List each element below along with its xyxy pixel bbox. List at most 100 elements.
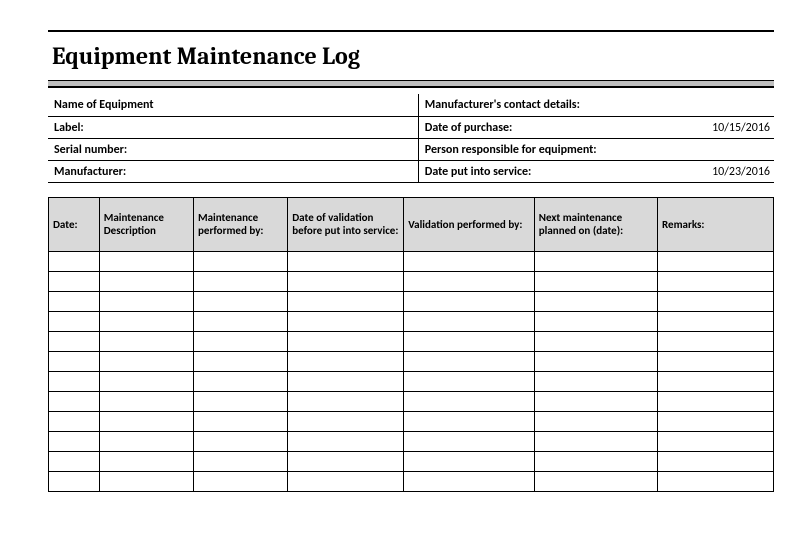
log-cell — [194, 251, 288, 271]
log-header-cell: Date: — [49, 197, 100, 251]
log-cell — [288, 431, 404, 451]
info-value — [687, 94, 774, 116]
equipment-info-table: Name of Equipment Manufacturer's contact … — [48, 94, 774, 183]
info-label: Label: — [48, 116, 186, 138]
table-row — [49, 351, 774, 371]
info-value — [186, 94, 418, 116]
log-cell — [404, 431, 535, 451]
log-cell — [534, 311, 657, 331]
log-cell — [658, 471, 774, 491]
log-cell — [534, 351, 657, 371]
table-row — [49, 431, 774, 451]
log-cell — [658, 391, 774, 411]
info-label: Manufacturer's contact details: — [418, 94, 687, 116]
log-cell — [194, 471, 288, 491]
log-cell — [404, 471, 535, 491]
log-cell — [534, 411, 657, 431]
log-cell — [49, 391, 100, 411]
maintenance-log-table: Date:Maintenance DescriptionMaintenance … — [48, 197, 774, 492]
log-cell — [194, 451, 288, 471]
info-label: Name of Equipment — [48, 94, 186, 116]
log-cell — [194, 391, 288, 411]
log-cell — [404, 451, 535, 471]
log-cell — [658, 251, 774, 271]
log-cell — [99, 451, 193, 471]
log-cell — [534, 391, 657, 411]
table-row — [49, 311, 774, 331]
info-label: Date put into service: — [418, 160, 687, 182]
log-cell — [99, 251, 193, 271]
info-value: 10/15/2016 — [687, 116, 774, 138]
log-cell — [404, 391, 535, 411]
log-header-cell: Remarks: — [658, 197, 774, 251]
log-cell — [49, 411, 100, 431]
log-cell — [288, 331, 404, 351]
log-cell — [194, 291, 288, 311]
log-cell — [99, 431, 193, 451]
log-cell — [194, 351, 288, 371]
table-row — [49, 271, 774, 291]
log-cell — [49, 451, 100, 471]
log-cell — [404, 331, 535, 351]
info-label: Date of purchase: — [418, 116, 687, 138]
log-cell — [288, 451, 404, 471]
log-cell — [49, 471, 100, 491]
table-row — [49, 251, 774, 271]
info-value — [186, 138, 418, 160]
log-cell — [194, 331, 288, 351]
log-cell — [404, 251, 535, 271]
log-cell — [49, 331, 100, 351]
log-cell — [404, 411, 535, 431]
log-cell — [658, 371, 774, 391]
log-cell — [194, 311, 288, 331]
log-cell — [534, 331, 657, 351]
table-row — [49, 391, 774, 411]
log-header-cell: Maintenance Description — [99, 197, 193, 251]
log-cell — [288, 371, 404, 391]
log-cell — [534, 291, 657, 311]
log-cell — [194, 431, 288, 451]
log-cell — [404, 351, 535, 371]
log-cell — [99, 411, 193, 431]
log-cell — [49, 431, 100, 451]
log-header-cell: Date of validation before put into servi… — [288, 197, 404, 251]
log-cell — [534, 471, 657, 491]
page-title: Equipment Maintenance Log — [48, 40, 774, 80]
info-row: Label: Date of purchase:10/15/2016 — [48, 116, 774, 138]
info-label: Manufacturer: — [48, 160, 186, 182]
log-cell — [288, 311, 404, 331]
log-cell — [534, 251, 657, 271]
log-cell — [194, 371, 288, 391]
log-cell — [658, 431, 774, 451]
table-row — [49, 371, 774, 391]
log-cell — [658, 411, 774, 431]
log-cell — [658, 311, 774, 331]
log-cell — [658, 291, 774, 311]
log-cell — [99, 331, 193, 351]
log-cell — [288, 251, 404, 271]
info-row: Name of Equipment Manufacturer's contact … — [48, 94, 774, 116]
log-cell — [49, 371, 100, 391]
top-rule — [48, 30, 774, 32]
log-cell — [658, 331, 774, 351]
log-cell — [658, 451, 774, 471]
log-cell — [288, 291, 404, 311]
info-label: Person responsible for equipment: — [418, 138, 687, 160]
log-header-cell: Next maintenance planned on (date): — [534, 197, 657, 251]
log-cell — [534, 431, 657, 451]
table-row — [49, 291, 774, 311]
info-value — [186, 116, 418, 138]
log-cell — [194, 411, 288, 431]
info-value: 10/23/2016 — [687, 160, 774, 182]
log-cell — [288, 351, 404, 371]
log-cell — [404, 311, 535, 331]
info-row: Manufacturer: Date put into service:10/23… — [48, 160, 774, 182]
log-cell — [658, 351, 774, 371]
log-cell — [534, 451, 657, 471]
log-cell — [288, 471, 404, 491]
log-cell — [194, 271, 288, 291]
log-header-cell: Validation performed by: — [404, 197, 535, 251]
log-cell — [534, 271, 657, 291]
info-row: Serial number:Person responsible for equ… — [48, 138, 774, 160]
log-cell — [658, 271, 774, 291]
